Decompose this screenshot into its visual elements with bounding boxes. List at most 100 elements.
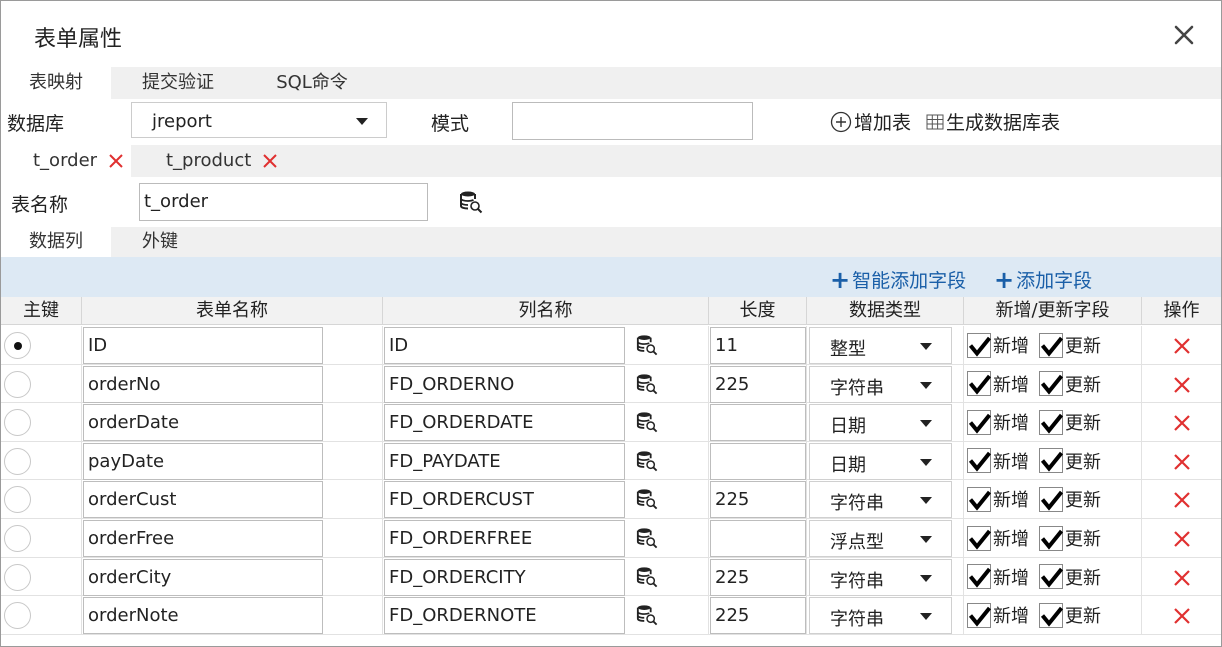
- insert-checkbox[interactable]: 新增: [967, 525, 1029, 551]
- mode-input[interactable]: [512, 102, 753, 140]
- add-field-button[interactable]: + 添加字段: [994, 266, 1092, 293]
- primary-key-radio[interactable]: [4, 370, 31, 398]
- delete-icon[interactable]: [1172, 375, 1192, 395]
- column-name-input[interactable]: FD_PAYDATE: [384, 442, 625, 480]
- data-type-select[interactable]: 日期: [809, 442, 952, 480]
- delete-icon[interactable]: [1172, 413, 1192, 433]
- update-checkbox[interactable]: 更新: [1039, 486, 1101, 512]
- column-name-input[interactable]: FD_ORDERFREE: [384, 520, 625, 557]
- delete-icon[interactable]: [1172, 336, 1192, 356]
- primary-key-radio[interactable]: [4, 525, 31, 552]
- delete-icon[interactable]: [1172, 490, 1192, 510]
- insert-checkbox[interactable]: 新增: [967, 564, 1029, 590]
- length-input[interactable]: 225: [710, 481, 806, 519]
- data-type-select[interactable]: 整型: [809, 327, 952, 364]
- primary-key-radio[interactable]: [4, 447, 31, 475]
- primary-key-radio[interactable]: [4, 563, 31, 591]
- update-checkbox[interactable]: 更新: [1039, 525, 1101, 551]
- database-search-icon[interactable]: [636, 527, 658, 549]
- add-table-button[interactable]: 增加表: [830, 108, 911, 135]
- update-checkbox[interactable]: 更新: [1039, 602, 1101, 628]
- insert-checkbox[interactable]: 新增: [967, 371, 1029, 397]
- database-search-icon[interactable]: [636, 604, 658, 626]
- tab-t-order[interactable]: t_order: [1, 145, 131, 177]
- data-type-select[interactable]: 日期: [809, 404, 952, 442]
- chevron-down-icon: [920, 536, 932, 543]
- primary-key-radio[interactable]: [4, 409, 31, 437]
- dialog-titlebar: 表单属性: [1, 1, 1221, 67]
- insert-checkbox[interactable]: 新增: [967, 448, 1029, 474]
- form-name-input[interactable]: orderCity: [83, 558, 323, 596]
- insert-checkbox[interactable]: 新增: [967, 409, 1029, 435]
- table-name-row: 表名称 t_order: [1, 179, 1221, 223]
- column-name-input[interactable]: FD_ORDERNOTE: [384, 597, 625, 635]
- close-icon[interactable]: [107, 152, 125, 170]
- form-name-input[interactable]: orderNote: [83, 597, 323, 635]
- tab-t-product[interactable]: t_product: [166, 145, 296, 177]
- insert-checkbox[interactable]: 新增: [967, 602, 1029, 628]
- tab-data-columns[interactable]: 数据列: [1, 227, 111, 257]
- data-type-value: 整型: [830, 339, 866, 360]
- tab-sql-command[interactable]: SQL命令: [257, 67, 367, 99]
- chevron-down-icon: [920, 381, 932, 389]
- update-checkbox[interactable]: 更新: [1039, 448, 1101, 474]
- database-search-icon[interactable]: [459, 190, 483, 214]
- delete-icon[interactable]: [1172, 452, 1192, 472]
- form-name-input[interactable]: orderDate: [83, 404, 323, 442]
- column-name-input[interactable]: FD_ORDERCUST: [384, 481, 625, 519]
- form-name-input[interactable]: payDate: [83, 442, 323, 480]
- close-icon[interactable]: [261, 152, 279, 170]
- length-input[interactable]: [710, 442, 806, 480]
- data-type-select[interactable]: 字符串: [809, 365, 952, 403]
- primary-key-radio[interactable]: [4, 486, 31, 514]
- generate-db-table-button[interactable]: 生成数据库表: [926, 108, 1060, 135]
- data-type-select[interactable]: 字符串: [809, 481, 952, 519]
- length-input[interactable]: [710, 404, 806, 442]
- table-name-input[interactable]: t_order: [139, 183, 428, 221]
- update-checkbox[interactable]: 更新: [1039, 371, 1101, 397]
- update-checkbox[interactable]: 更新: [1039, 332, 1101, 358]
- delete-icon[interactable]: [1172, 529, 1192, 549]
- form-name-input[interactable]: ID: [83, 327, 323, 364]
- database-search-icon[interactable]: [636, 411, 658, 433]
- tab-submit-validation[interactable]: 提交验证: [123, 67, 233, 99]
- close-icon[interactable]: [1172, 23, 1196, 47]
- tab-table-mapping[interactable]: 表映射: [1, 67, 111, 99]
- delete-icon[interactable]: [1172, 568, 1192, 588]
- checkbox-checked-icon: [967, 332, 991, 358]
- data-type-select[interactable]: 浮点型: [809, 520, 952, 557]
- length-input[interactable]: 225: [710, 597, 806, 635]
- column-name-input[interactable]: FD_ORDERNO: [384, 365, 625, 403]
- primary-key-radio[interactable]: [4, 332, 31, 359]
- table-tab-bar: t_order t_product: [1, 145, 1221, 177]
- length-input[interactable]: 225: [710, 365, 806, 403]
- primary-key-radio[interactable]: [4, 602, 31, 630]
- length-input[interactable]: [710, 520, 806, 557]
- form-name-input[interactable]: orderCust: [83, 481, 323, 519]
- database-search-icon[interactable]: [636, 488, 658, 510]
- database-search-icon[interactable]: [636, 334, 658, 356]
- table-properties-dialog: 表单属性 表映射 提交验证 SQL命令 数据库 jreport 模式 增加表 生…: [0, 0, 1222, 647]
- tab-foreign-keys[interactable]: 外键: [105, 227, 215, 257]
- insert-checkbox[interactable]: 新增: [967, 486, 1029, 512]
- generate-db-table-label: 生成数据库表: [946, 112, 1061, 134]
- smart-add-field-button[interactable]: + 智能添加字段: [830, 266, 966, 293]
- database-search-icon[interactable]: [636, 373, 658, 395]
- data-type-select[interactable]: 字符串: [809, 597, 952, 635]
- insert-checkbox[interactable]: 新增: [967, 332, 1029, 358]
- database-search-icon[interactable]: [636, 566, 658, 588]
- form-name-input[interactable]: orderFree: [83, 520, 323, 557]
- database-select[interactable]: jreport: [131, 102, 387, 138]
- delete-icon[interactable]: [1172, 606, 1192, 626]
- data-type-select[interactable]: 字符串: [809, 558, 952, 596]
- insert-label: 新增: [993, 413, 1029, 435]
- column-name-input[interactable]: FD_ORDERDATE: [384, 404, 625, 442]
- update-checkbox[interactable]: 更新: [1039, 564, 1101, 590]
- database-search-icon[interactable]: [636, 450, 658, 472]
- update-checkbox[interactable]: 更新: [1039, 409, 1101, 435]
- column-name-input[interactable]: FD_ORDERCITY: [384, 558, 625, 596]
- length-input[interactable]: 225: [710, 558, 806, 596]
- column-name-input[interactable]: ID: [384, 327, 625, 364]
- length-input[interactable]: 11: [710, 327, 806, 364]
- form-name-input[interactable]: orderNo: [83, 365, 323, 403]
